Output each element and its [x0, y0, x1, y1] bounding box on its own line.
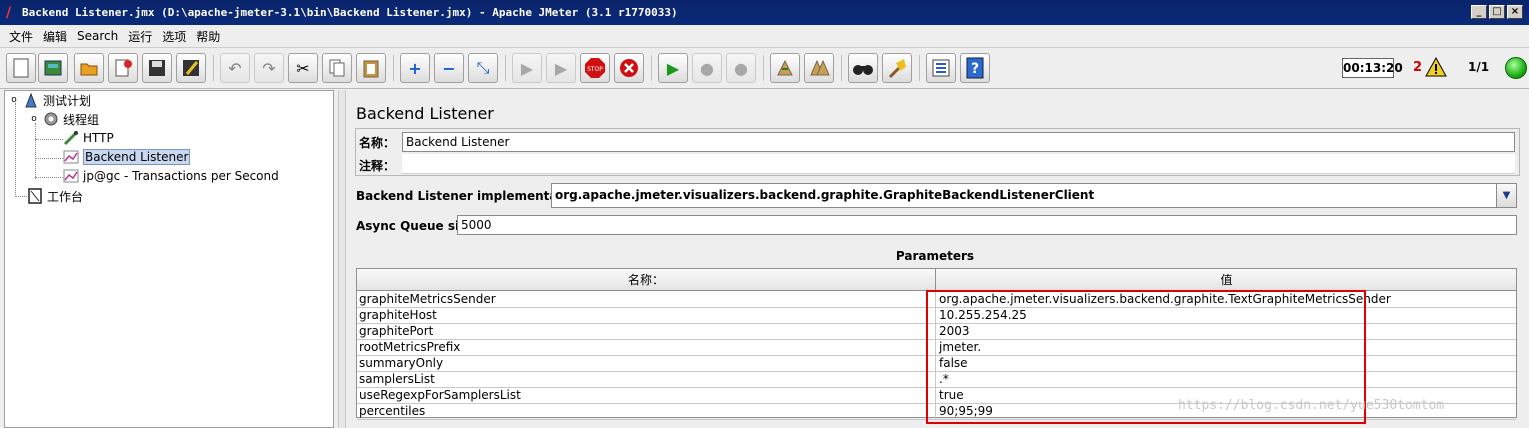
window-controls: _ □ ×	[1471, 5, 1523, 19]
menu-file[interactable]: 文件	[9, 28, 33, 45]
menu-edit[interactable]: 编辑	[43, 28, 67, 45]
param-name[interactable]: summaryOnly	[357, 356, 936, 372]
close-button[interactable]: ×	[1507, 5, 1523, 19]
expand-toggle-icon[interactable]: o	[29, 111, 39, 127]
listener-graph-icon	[63, 149, 79, 165]
param-name[interactable]: graphitePort	[357, 324, 936, 340]
svg-text:STOP: STOP	[587, 66, 603, 73]
tree-label: HTTP	[83, 131, 114, 145]
tree-node-backend-listener[interactable]: Backend Listener	[63, 148, 191, 166]
page-title: Backend Listener	[356, 104, 494, 123]
tree-label: jp@gc - Transactions per Second	[83, 169, 279, 183]
tree-node-workbench[interactable]: 工作台	[27, 187, 83, 205]
remote-shutdown-icon[interactable]: ●	[726, 53, 756, 83]
maximize-button[interactable]: □	[1489, 5, 1505, 19]
param-name[interactable]: rootMetricsPrefix	[357, 340, 936, 356]
tree-label: 工作台	[47, 189, 84, 204]
save-icon[interactable]	[142, 53, 172, 83]
active-threads: 1/1	[1468, 60, 1490, 74]
shutdown-icon[interactable]	[614, 53, 644, 83]
clear-icon[interactable]	[770, 53, 800, 83]
save-as-icon[interactable]	[176, 53, 206, 83]
start-icon[interactable]: ▶	[512, 53, 542, 83]
tree-node-test-plan[interactable]: o 测试计划	[9, 91, 91, 109]
menu-help[interactable]: 帮助	[196, 28, 220, 45]
table-header: 名称： 值	[357, 269, 1516, 291]
column-header-name[interactable]: 名称：	[357, 269, 936, 291]
comment-field[interactable]	[402, 154, 1515, 174]
param-name[interactable]: graphiteMetricsSender	[357, 292, 936, 308]
name-field[interactable]: Backend Listener	[402, 132, 1515, 152]
warning-icon[interactable]	[1425, 57, 1447, 77]
close-file-icon[interactable]	[108, 53, 138, 83]
remote-start-icon[interactable]: ▶	[658, 53, 688, 83]
cut-icon[interactable]: ✂	[288, 53, 318, 83]
tree-node-thread-group[interactable]: o 线程组	[29, 110, 99, 128]
comment-label: 注释：	[359, 159, 396, 173]
tree-label: 线程组	[63, 112, 100, 127]
expand-toggle-icon[interactable]: o	[9, 92, 19, 108]
svg-text:?: ?	[971, 61, 979, 77]
paste-icon[interactable]	[356, 53, 386, 83]
tree-label: 测试计划	[43, 93, 92, 108]
menu-bar: 文件 编辑 Search 运行 选项 帮助	[0, 25, 1529, 47]
test-plan-icon	[23, 92, 39, 108]
undo-icon[interactable]: ↶	[220, 53, 250, 83]
jmeter-feather-icon: /	[6, 4, 12, 21]
new-icon[interactable]	[6, 53, 36, 83]
toggle-icon[interactable]: ⤡	[468, 53, 498, 83]
function-helper-icon[interactable]	[926, 53, 956, 83]
help-icon[interactable]: ?	[960, 53, 990, 83]
title-bar: / Backend Listener.jmx (D:\apache-jmeter…	[0, 0, 1529, 25]
error-count[interactable]: 2	[1413, 60, 1422, 75]
elapsed-timer: 00:13:20	[1342, 58, 1403, 78]
remote-stop-icon[interactable]: ●	[692, 53, 722, 83]
reset-search-broom-icon[interactable]	[882, 53, 912, 83]
parameters-title: Parameters	[895, 249, 975, 263]
tree-node-transactions-per-second[interactable]: jp@gc - Transactions per Second	[63, 167, 279, 185]
templates-icon[interactable]	[38, 53, 68, 83]
toolbar: ↶ ↷ ✂ + − ⤡ ▶ ▶ STOP ▶ ● ● ? 00:13:20 2	[0, 47, 1529, 89]
minimize-button[interactable]: _	[1471, 5, 1487, 19]
clear-all-icon[interactable]	[804, 53, 834, 83]
tree-node-http[interactable]: HTTP	[63, 129, 114, 147]
chevron-down-icon[interactable]: ▼	[1496, 184, 1516, 207]
expand-icon[interactable]: +	[400, 53, 430, 83]
sampler-pipette-icon	[63, 130, 79, 146]
collapse-icon[interactable]: −	[434, 53, 464, 83]
search-binoculars-icon[interactable]	[848, 53, 878, 83]
copy-icon[interactable]	[322, 53, 352, 83]
listener-graph-icon	[63, 168, 79, 184]
implementation-select[interactable]: org.apache.jmeter.visualizers.backend.gr…	[551, 183, 1517, 208]
implementation-label: Backend Listener implementation	[356, 189, 585, 203]
column-header-value[interactable]: 值	[937, 269, 1516, 291]
name-comment-group: 名称： Backend Listener 注释：	[355, 128, 1520, 176]
implementation-value: org.apache.jmeter.visualizers.backend.gr…	[555, 188, 1095, 202]
tree-label: Backend Listener	[83, 149, 191, 165]
redo-icon[interactable]: ↷	[254, 53, 284, 83]
window-title: Backend Listener.jmx (D:\apache-jmeter-3…	[22, 6, 678, 19]
param-name[interactable]: samplersList	[357, 372, 936, 388]
stop-icon[interactable]: STOP	[580, 53, 610, 83]
param-name[interactable]: graphiteHost	[357, 308, 936, 324]
watermark: https://blog.csdn.net/yue530tomtom	[1178, 398, 1445, 413]
async-queue-field[interactable]: 5000	[457, 215, 1517, 235]
gear-icon	[43, 111, 59, 127]
open-icon[interactable]	[74, 53, 104, 83]
status-light-icon	[1505, 57, 1527, 79]
start-no-pause-icon[interactable]: ▶	[546, 53, 576, 83]
test-plan-tree: o 测试计划 o 线程组 HTTP Backend Listener jp@gc…	[4, 90, 334, 428]
menu-run[interactable]: 运行	[128, 28, 152, 45]
workbench-icon	[27, 188, 43, 204]
menu-options[interactable]: 选项	[162, 28, 186, 45]
name-label: 名称：	[359, 136, 396, 150]
menu-search[interactable]: Search	[77, 29, 118, 43]
param-name[interactable]: percentiles	[357, 404, 936, 420]
param-name[interactable]: useRegexpForSamplersList	[357, 388, 936, 404]
panel-splitter[interactable]	[338, 90, 346, 428]
